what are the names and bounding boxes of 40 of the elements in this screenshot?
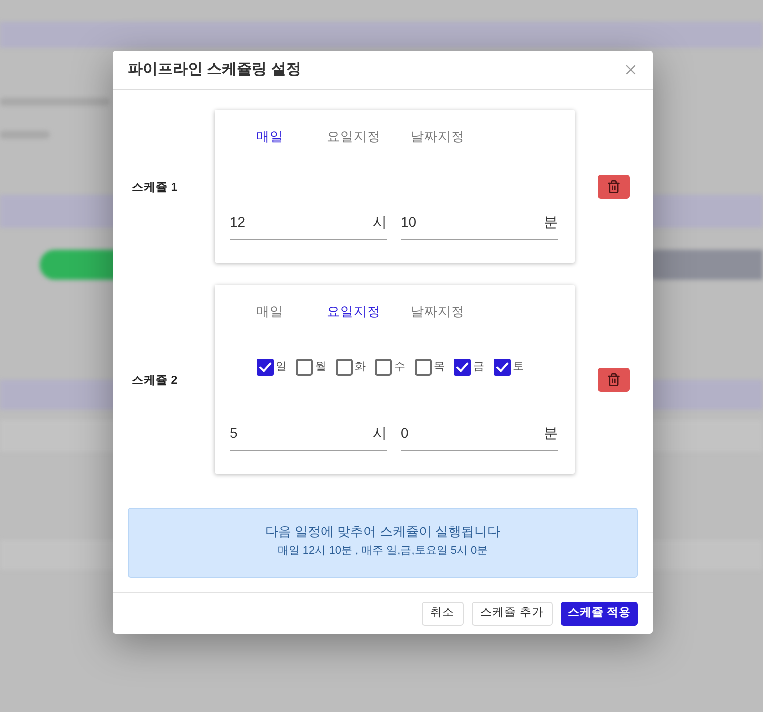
checkbox[interactable] (375, 358, 392, 376)
minute-field[interactable]: 0 분 (401, 421, 558, 451)
weekday-label: 일 (276, 360, 287, 375)
schedule-label: 스케쥴 2 (132, 374, 178, 386)
minute-field[interactable]: 10 분 (401, 210, 558, 240)
dialog-button[interactable]: 취소 (422, 602, 464, 626)
schedule-type-tab[interactable]: 매일 (228, 128, 312, 146)
checkbox[interactable] (454, 358, 472, 376)
dialog-button[interactable]: 스케쥴 추가 (472, 602, 553, 626)
weekday-label: 수 (394, 360, 406, 375)
delete-button[interactable] (598, 368, 630, 392)
notice-summary: 매일 12시 10분 , 매주 일,금,토요일 5시 0분 (278, 544, 488, 559)
schedule-type-tab[interactable]: 요일지정 (312, 303, 396, 321)
schedule-type-tab[interactable]: 날짜지정 (396, 128, 480, 146)
delete-button[interactable] (598, 174, 630, 198)
hour-field[interactable]: 12 시 (230, 210, 387, 240)
dialog-title: 파이프라인 스케쥴링 설정 (128, 60, 302, 80)
checkbox[interactable] (494, 358, 511, 376)
unit-label: 분 (544, 424, 558, 443)
schedule-type-tab[interactable]: 요일지정 (312, 128, 396, 146)
apply-button[interactable]: 스케쥴 적용 (560, 602, 638, 626)
weekday-label: 토 (512, 360, 524, 375)
unit-label: 분 (544, 213, 558, 232)
checkbox[interactable] (414, 358, 432, 376)
unit-label: 시 (373, 213, 387, 232)
weekday-label: 월 (315, 360, 326, 375)
checkbox[interactable] (296, 358, 314, 376)
checkbox[interactable] (256, 358, 274, 376)
schedule-type-tab[interactable]: 날짜지정 (396, 303, 480, 321)
schedule-label: 스케쥴 1 (132, 182, 178, 194)
trash-icon (607, 372, 621, 386)
weekday-label: 화 (354, 360, 366, 375)
hour-field[interactable]: 5 시 (230, 421, 387, 451)
unit-label: 시 (373, 424, 387, 443)
weekday-label: 목 (434, 360, 445, 375)
trash-icon (607, 180, 621, 194)
weekday-label: 금 (473, 360, 484, 375)
checkbox[interactable] (336, 358, 353, 376)
notice-title: 다음 일정에 맞추어 스케쥴이 실행됩니다 (265, 523, 501, 541)
schedule-type-tab[interactable]: 매일 (228, 303, 312, 321)
